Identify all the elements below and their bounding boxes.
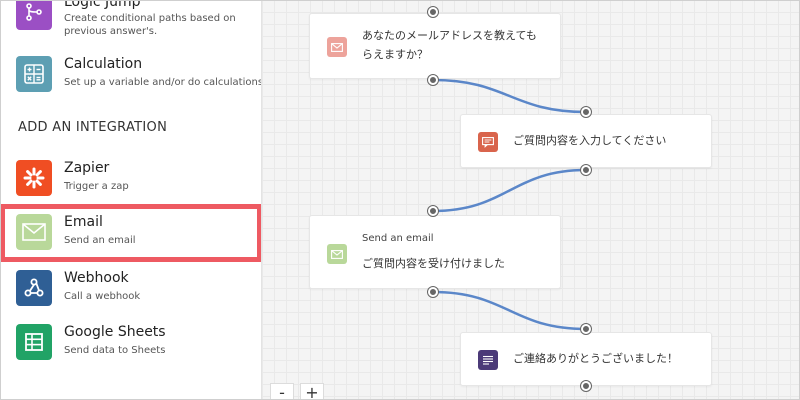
screenshot-frame (0, 0, 800, 400)
